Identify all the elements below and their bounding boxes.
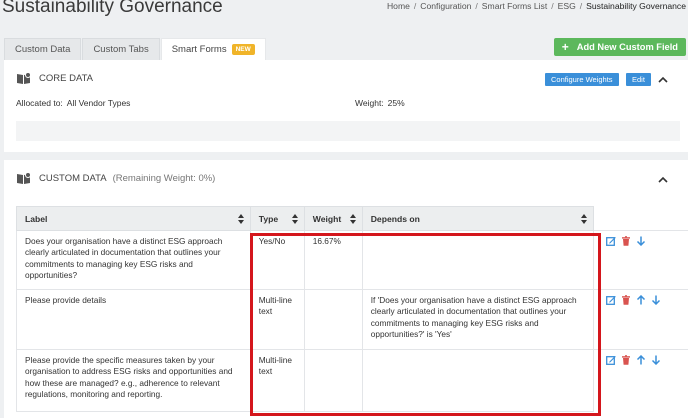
- allocated-to: Allocated to: All Vendor Types: [16, 98, 130, 108]
- weight-label: Weight:: [355, 98, 384, 108]
- sort-icon: [291, 214, 298, 224]
- add-new-custom-field-button[interactable]: + Add New Custom Field: [553, 38, 686, 56]
- allocated-value: All Vendor Types: [66, 98, 131, 108]
- breadcrumb-current: Sustainability Governance: [586, 1, 686, 11]
- column-header-actions: [593, 206, 688, 231]
- book-icon: [17, 172, 31, 184]
- custom-data-header: CUSTOM DATA (Remaining Weight: 0%): [16, 172, 215, 185]
- arrow-down-icon[interactable]: [636, 236, 646, 246]
- configure-weights-button[interactable]: Configure Weights: [545, 73, 619, 86]
- custom-fields-table: Label Type Weight Depends on Does your o…: [16, 206, 688, 412]
- edit-icon[interactable]: [606, 295, 617, 305]
- remaining-weight: (Remaining Weight: 0%): [112, 173, 216, 184]
- column-header-label[interactable]: Label: [16, 206, 251, 231]
- custom-data-title: CUSTOM DATA: [39, 173, 107, 184]
- arrow-up-icon[interactable]: [636, 295, 646, 305]
- tab-label: Smart Forms: [171, 44, 227, 55]
- cell-type: Yes/No: [249, 230, 305, 290]
- allocated-label: Allocated to:: [16, 98, 63, 108]
- sort-icon: [581, 214, 588, 224]
- row-actions: [593, 349, 688, 412]
- edit-icon[interactable]: [606, 236, 617, 246]
- cell-depends-on: [361, 349, 595, 412]
- arrow-up-icon[interactable]: [636, 355, 646, 365]
- chevron-up-icon[interactable]: [658, 75, 668, 85]
- tab-label: Custom Tabs: [93, 44, 149, 55]
- cell-depends-on: If 'Does your organisation have a distin…: [361, 289, 595, 350]
- core-data-header: CORE DATA: [16, 72, 93, 85]
- tab-smart-forms[interactable]: Smart Forms NEW: [160, 38, 266, 60]
- trash-icon[interactable]: [621, 295, 631, 305]
- column-title: Label: [25, 213, 48, 224]
- table-header-row: Label Type Weight Depends on: [16, 206, 688, 231]
- core-data-body: [16, 121, 680, 141]
- breadcrumb: Home / Configuration / Smart Forms List / ESG /…: [386, 1, 686, 11]
- cell-weight: 16.67%: [303, 230, 363, 290]
- tab-bar: Custom Data Custom Tabs Smart Forms NEW: [4, 38, 267, 60]
- column-title: Depends on: [370, 213, 420, 224]
- column-title: Type: [258, 213, 279, 224]
- table-row: Please provide the specific measures tak…: [16, 349, 688, 412]
- book-icon: [17, 72, 31, 84]
- column-header-weight[interactable]: Weight: [303, 206, 363, 231]
- core-data-title: CORE DATA: [39, 73, 94, 84]
- breadcrumb-configuration[interactable]: Configuration: [420, 1, 471, 11]
- cell-label: Please provide details: [16, 289, 251, 350]
- column-header-depends-on[interactable]: Depends on: [361, 206, 595, 231]
- cell-type: Multi-line text: [249, 289, 305, 350]
- arrow-down-icon[interactable]: [651, 295, 661, 305]
- cell-weight: [303, 289, 363, 350]
- tab-custom-tabs[interactable]: Custom Tabs: [82, 38, 160, 60]
- edit-label: Edit: [632, 75, 645, 84]
- chevron-up-icon[interactable]: [658, 175, 668, 185]
- plus-icon: +: [561, 40, 569, 54]
- configure-weights-label: Configure Weights: [551, 75, 613, 84]
- cell-label: Does your organisation have a distinct E…: [16, 230, 251, 290]
- row-actions: [593, 289, 688, 350]
- tab-label: Custom Data: [15, 44, 71, 55]
- new-badge: NEW: [231, 44, 255, 55]
- cell-depends-on: [361, 230, 595, 290]
- core-data-panel: CORE DATA Configure Weights Edit Allocat…: [4, 60, 688, 152]
- edit-icon[interactable]: [606, 355, 617, 365]
- table-row: Please provide details Multi-line text I…: [16, 289, 688, 350]
- breadcrumb-home[interactable]: Home: [387, 1, 410, 11]
- cell-weight: [303, 349, 363, 412]
- trash-icon[interactable]: [621, 355, 631, 365]
- weight-value: 25%: [387, 98, 405, 108]
- add-button-label: Add New Custom Field: [576, 42, 678, 52]
- sort-icon: [237, 214, 244, 224]
- row-actions: [593, 230, 688, 290]
- cell-label: Please provide the specific measures tak…: [16, 349, 251, 412]
- table-row: Does your organisation have a distinct E…: [16, 230, 688, 290]
- page-title: Sustainability Governance: [2, 0, 223, 17]
- cell-type: Multi-line text: [249, 349, 305, 412]
- edit-core-button[interactable]: Edit: [626, 73, 651, 86]
- breadcrumb-smart-forms-list[interactable]: Smart Forms List: [482, 1, 547, 11]
- arrow-down-icon[interactable]: [651, 355, 661, 365]
- tab-custom-data[interactable]: Custom Data: [4, 38, 82, 60]
- core-weight: Weight: 25%: [355, 98, 405, 108]
- sort-icon: [349, 214, 356, 224]
- column-header-type[interactable]: Type: [249, 206, 305, 231]
- breadcrumb-esg[interactable]: ESG: [558, 1, 576, 11]
- trash-icon[interactable]: [621, 236, 631, 246]
- column-title: Weight: [312, 213, 342, 224]
- custom-data-panel: CUSTOM DATA (Remaining Weight: 0%) Label…: [4, 160, 688, 418]
